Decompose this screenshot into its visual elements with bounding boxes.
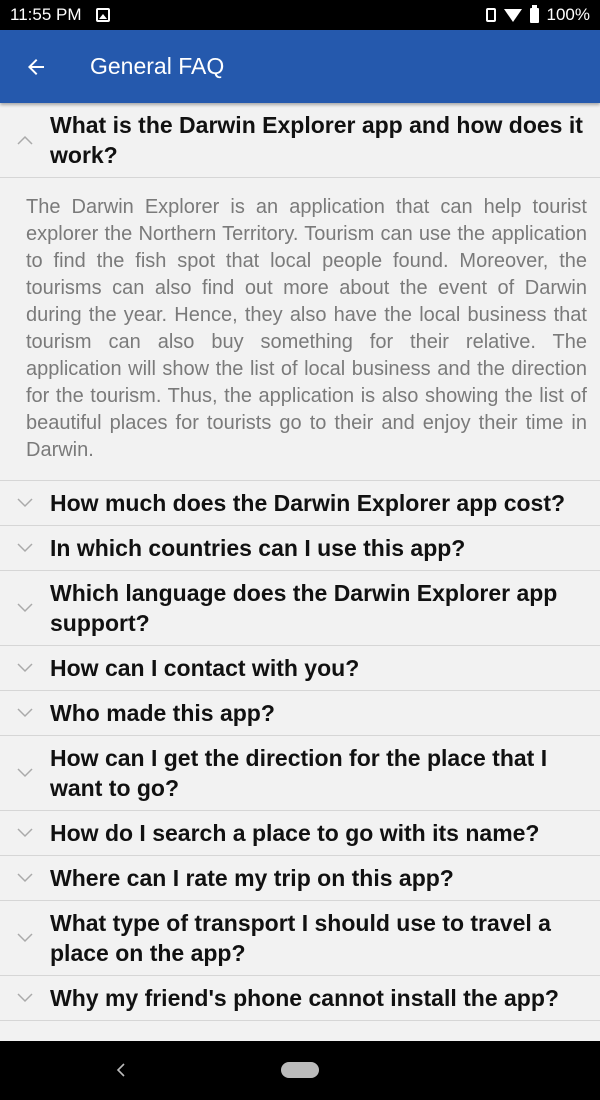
faq-question: What is the Darwin Explorer app and how … xyxy=(50,112,583,168)
app-bar: General FAQ xyxy=(0,30,600,103)
chevron-left-icon xyxy=(116,1063,125,1077)
chevron-up-icon xyxy=(0,135,50,145)
battery-icon xyxy=(529,4,539,23)
chevron-down-icon xyxy=(0,708,50,718)
back-button[interactable] xyxy=(16,47,56,87)
wifi-icon xyxy=(503,8,522,22)
vibrate-icon xyxy=(485,8,496,22)
faq-item-what-is-app: What is the Darwin Explorer app and how … xyxy=(0,103,600,481)
nav-back-button[interactable] xyxy=(112,1061,130,1079)
image-notification-icon xyxy=(95,8,110,22)
faq-question: How can I contact with you? xyxy=(50,655,360,681)
faq-list[interactable]: What is the Darwin Explorer app and how … xyxy=(0,103,600,1041)
faq-question-toggle[interactable]: How much does the Darwin Explorer app co… xyxy=(0,481,600,525)
faq-item-countries: In which countries can I use this app? xyxy=(0,526,600,571)
faq-answer: The Darwin Explorer is an application th… xyxy=(0,177,600,480)
faq-item-language: Which language does the Darwin Explorer … xyxy=(0,571,600,646)
faq-question: Who made this app? xyxy=(50,700,275,726)
chevron-down-icon xyxy=(0,543,50,553)
faq-question-toggle[interactable]: Which language does the Darwin Explorer … xyxy=(0,571,600,645)
faq-question: How do I search a place to go with its n… xyxy=(50,820,540,846)
faq-question: How much does the Darwin Explorer app co… xyxy=(50,490,566,516)
faq-item-who-made: Who made this app? xyxy=(0,691,600,736)
status-time: 11:55 PM xyxy=(10,5,82,24)
battery-percent: 100% xyxy=(546,5,590,24)
faq-question-toggle[interactable]: How do I search a place to go with its n… xyxy=(0,811,600,855)
chevron-down-icon xyxy=(0,498,50,508)
faq-question: Where can I rate my trip on this app? xyxy=(50,865,454,891)
chevron-down-icon xyxy=(0,993,50,1003)
faq-question-toggle[interactable]: How can I contact with you? xyxy=(0,646,600,690)
faq-item-cost: How much does the Darwin Explorer app co… xyxy=(0,481,600,526)
faq-question-toggle[interactable]: What type of transport I should use to t… xyxy=(0,901,600,975)
faq-question-toggle[interactable]: Where can I rate my trip on this app? xyxy=(0,856,600,900)
faq-question: How can I get the direction for the plac… xyxy=(50,745,548,801)
faq-item-direction: How can I get the direction for the plac… xyxy=(0,736,600,811)
faq-question-toggle[interactable]: What is the Darwin Explorer app and how … xyxy=(0,103,600,177)
chevron-down-icon xyxy=(0,603,50,613)
chevron-down-icon xyxy=(0,933,50,943)
faq-question: What type of transport I should use to t… xyxy=(50,910,551,966)
chevron-down-icon xyxy=(0,828,50,838)
faq-item-rate: Where can I rate my trip on this app? xyxy=(0,856,600,901)
faq-item-transport: What type of transport I should use to t… xyxy=(0,901,600,976)
page-title: General FAQ xyxy=(90,53,225,79)
nav-home-pill[interactable] xyxy=(281,1062,319,1078)
system-nav-bar xyxy=(0,1041,600,1100)
chevron-down-icon xyxy=(0,663,50,673)
faq-item-install: Why my friend's phone cannot install the… xyxy=(0,976,600,1021)
faq-item-contact: How can I contact with you? xyxy=(0,646,600,691)
faq-item-search: How do I search a place to go with its n… xyxy=(0,811,600,856)
faq-question: Which language does the Darwin Explorer … xyxy=(50,580,558,636)
chevron-down-icon xyxy=(0,873,50,883)
faq-question: Why my friend's phone cannot install the… xyxy=(50,985,559,1011)
status-bar: 11:55 PM 100% xyxy=(0,0,600,30)
status-icons: 100% xyxy=(485,4,590,25)
chevron-down-icon xyxy=(0,768,50,778)
arrow-left-icon xyxy=(28,58,44,75)
faq-question-toggle[interactable]: In which countries can I use this app? xyxy=(0,526,600,570)
faq-question-toggle[interactable]: Why my friend's phone cannot install the… xyxy=(0,976,600,1020)
faq-question-toggle[interactable]: How can I get the direction for the plac… xyxy=(0,736,600,810)
faq-question: In which countries can I use this app? xyxy=(50,535,466,561)
faq-question-toggle[interactable]: Who made this app? xyxy=(0,691,600,735)
